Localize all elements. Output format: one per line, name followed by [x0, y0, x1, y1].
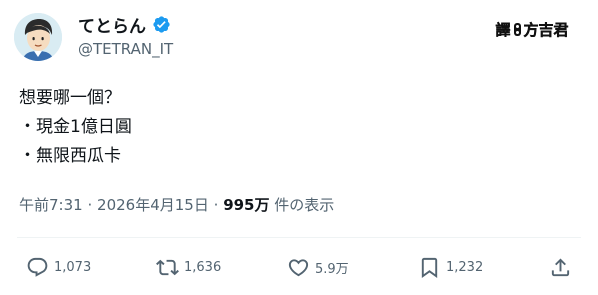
- translator-label: 譯: [495, 20, 511, 39]
- tweet-line: 想要哪一個？: [19, 88, 121, 108]
- avatar[interactable]: [14, 13, 62, 61]
- bookmark-icon: [421, 257, 438, 278]
- repost-count: 1,636: [184, 259, 222, 275]
- tweet-date[interactable]: 2026年4月15日: [97, 196, 209, 214]
- tweet-time[interactable]: 午前7:31: [19, 196, 83, 214]
- author-name-row: てとらん: [78, 12, 171, 37]
- like-icon: [288, 258, 309, 276]
- repost-button[interactable]: 1,636: [156, 253, 221, 281]
- reply-count: 1,073: [54, 259, 92, 275]
- meta-separator: ·: [213, 196, 219, 214]
- tweet-text: 想要哪一個？ ・現金1億日圓 ・無限西瓜卡: [19, 84, 132, 171]
- reply-button[interactable]: 1,073: [26, 253, 91, 281]
- meta-separator: ·: [87, 196, 93, 214]
- tweet-meta: 午前7:31 · 2026年4月15日 · 995万 件の表示: [19, 194, 334, 215]
- views-count[interactable]: 995万: [223, 196, 269, 214]
- translator-watermark: 譯 方吉君: [489, 18, 575, 40]
- like-button[interactable]: 5.9万: [287, 253, 349, 281]
- repost-icon: [156, 259, 179, 275]
- cartoon-man-avatar-icon: [14, 13, 62, 61]
- tweet-line: ・無限西瓜卡: [19, 146, 121, 166]
- reply-icon: [27, 257, 48, 277]
- share-icon: [551, 257, 570, 276]
- action-bar: 1,073 1,636 5.9万 1,232: [0, 253, 598, 281]
- share-button[interactable]: [549, 253, 572, 281]
- translator-name: 方吉君: [523, 20, 569, 39]
- divider: [17, 237, 581, 238]
- colon-icon: [513, 22, 521, 36]
- bookmark-count: 1,232: [446, 259, 484, 275]
- bookmark-button[interactable]: 1,232: [418, 253, 483, 281]
- like-count: 5.9万: [315, 261, 349, 277]
- views-label: 件の表示: [274, 196, 335, 214]
- author-handle[interactable]: @TETRAN_IT: [78, 40, 173, 58]
- author-display-name[interactable]: てとらん: [78, 12, 146, 37]
- tweet-line: ・現金1億日圓: [19, 117, 132, 137]
- verified-badge-icon[interactable]: [152, 15, 171, 34]
